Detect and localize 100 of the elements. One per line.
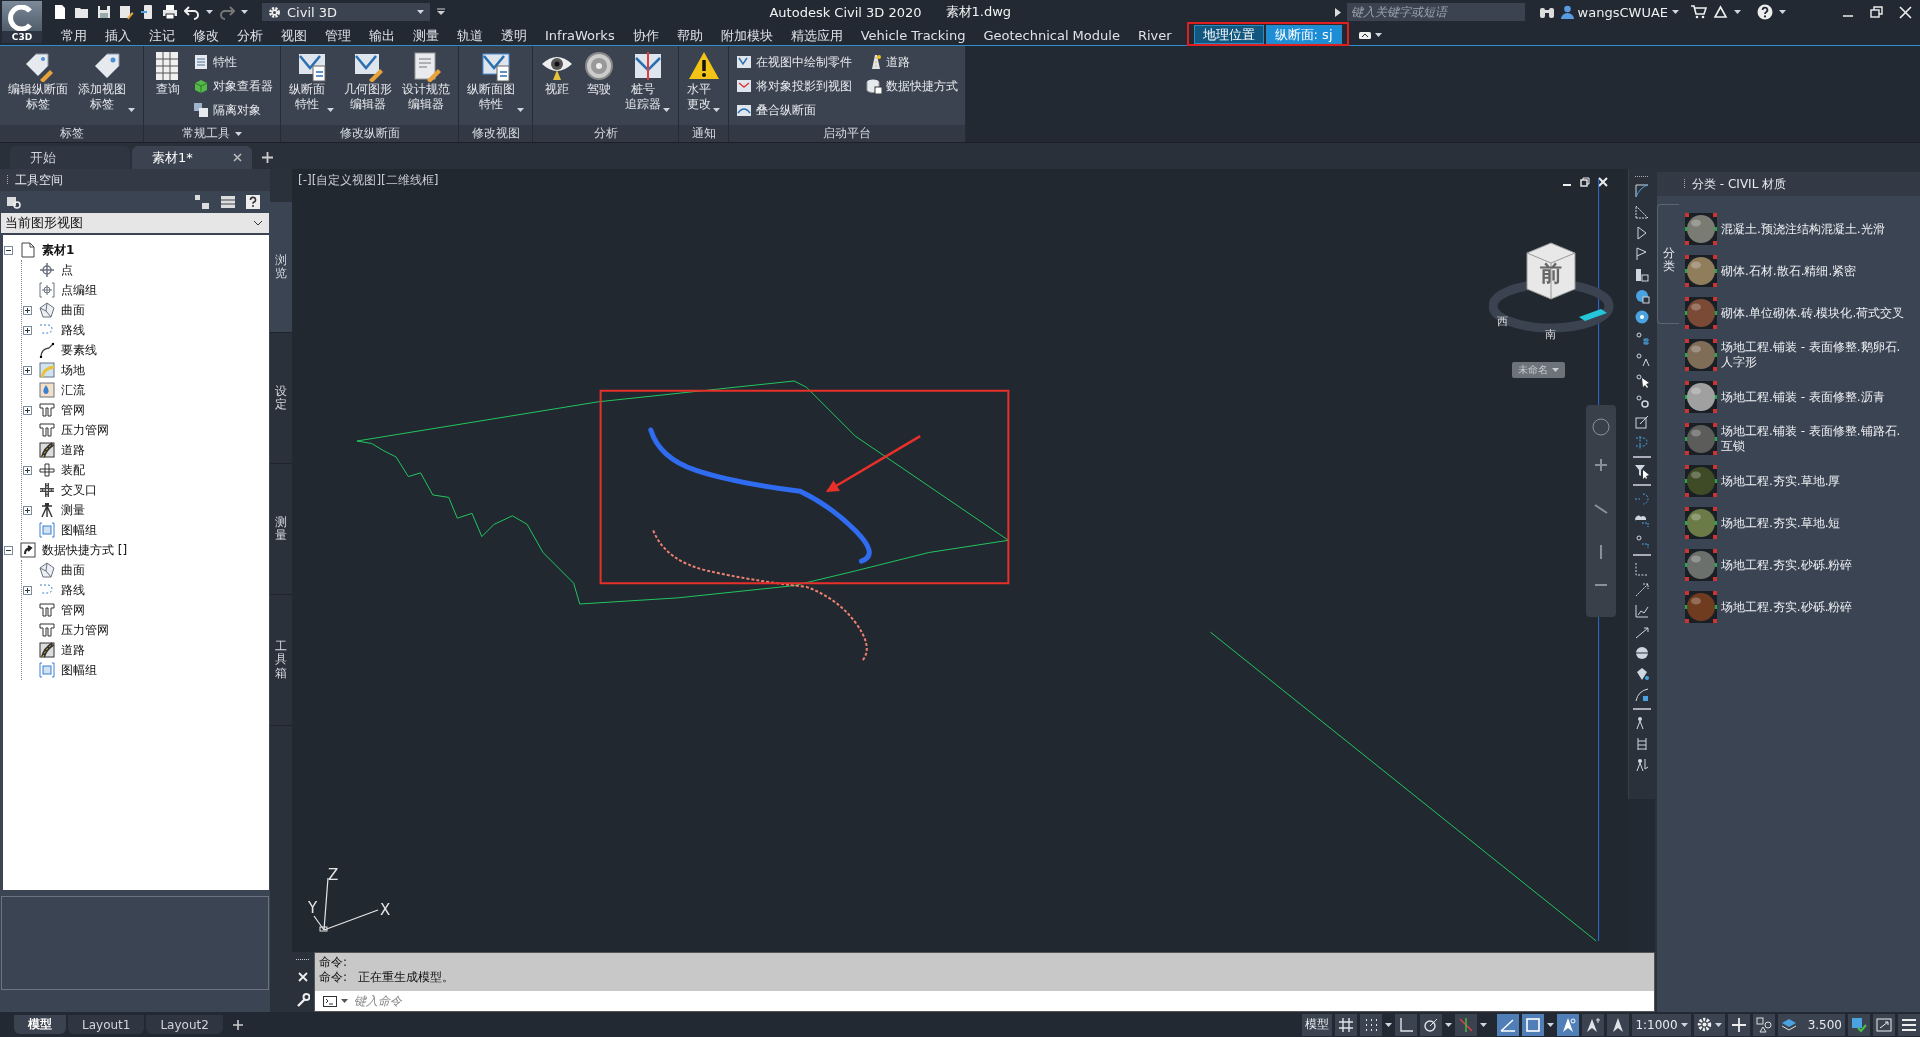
material-swatch[interactable] bbox=[1685, 213, 1717, 245]
layout-tab[interactable]: Layout2 bbox=[146, 1015, 223, 1034]
plus-icon[interactable] bbox=[232, 1019, 243, 1030]
ribbon-tab[interactable]: 透明 bbox=[492, 25, 536, 45]
menu-button[interactable] bbox=[1898, 1013, 1920, 1036]
material-swatch[interactable] bbox=[1685, 297, 1717, 329]
redo-icon[interactable] bbox=[219, 4, 235, 20]
expand-icon[interactable] bbox=[23, 305, 32, 315]
tree-item[interactable]: 点编组 bbox=[61, 281, 97, 299]
material-swatch[interactable] bbox=[1685, 591, 1717, 623]
tree-item[interactable]: 素材1 bbox=[42, 241, 75, 259]
tree-item[interactable]: 曲面 bbox=[61, 301, 85, 319]
compass-label[interactable]: 西 bbox=[1497, 314, 1508, 329]
ribbon-button[interactable]: 驾驶 bbox=[579, 49, 619, 98]
point-magnifier-icon[interactable] bbox=[1634, 393, 1650, 409]
tree-item[interactable]: 管网 bbox=[61, 401, 85, 419]
navigation-bar[interactable] bbox=[1585, 405, 1617, 617]
status-toggle[interactable] bbox=[1497, 1013, 1520, 1036]
isolate-button[interactable] bbox=[1752, 1013, 1775, 1036]
restore-icon[interactable] bbox=[1580, 177, 1590, 187]
application-menu-button[interactable]: C3D bbox=[2, 1, 42, 43]
dashed-corner-icon[interactable] bbox=[1634, 561, 1650, 577]
material-name[interactable]: 场地工程.铺装 - 表面修整.沥青 bbox=[1721, 389, 1911, 405]
ribbon-tab[interactable]: 协作 bbox=[623, 25, 668, 45]
workspace-dropdown[interactable]: Civil 3D bbox=[262, 3, 430, 21]
ribbon-button[interactable]: 视距 bbox=[537, 49, 577, 98]
tree-item[interactable]: 装配 bbox=[61, 461, 85, 479]
material-name[interactable]: 场地工程.夯实.草地.厚 bbox=[1721, 473, 1911, 489]
collapse-icon[interactable] bbox=[4, 545, 13, 555]
file-tab[interactable]: 素材1* bbox=[132, 146, 252, 169]
layout-tab[interactable]: 模型 bbox=[14, 1015, 66, 1034]
expand-icon[interactable] bbox=[23, 325, 32, 335]
user-menu[interactable]: wangsCWUAE bbox=[1560, 4, 1679, 20]
ribbon-tab[interactable]: 帮助 bbox=[667, 25, 712, 45]
ribbon-button[interactable]: 几何图形 编辑器 bbox=[340, 49, 396, 113]
toolbar-menu-icon[interactable] bbox=[436, 7, 446, 17]
cart-icon[interactable] bbox=[1691, 5, 1707, 19]
material-name[interactable]: 场地工程.铺装 - 表面修整.铺路石.互锁 bbox=[1721, 424, 1911, 454]
status-toggle[interactable] bbox=[1607, 1013, 1630, 1036]
ribbon-button[interactable]: 对象查看器 bbox=[190, 74, 276, 98]
curve-square-icon[interactable] bbox=[1634, 687, 1650, 703]
point-hash-icon[interactable] bbox=[1634, 330, 1650, 346]
floppy-icon[interactable] bbox=[96, 4, 112, 20]
ribbon-button[interactable]: 添加视图 标签 bbox=[74, 49, 139, 113]
material-name[interactable]: 混凝土.预浇注结构混凝土.光滑 bbox=[1721, 221, 1911, 237]
slope-icon[interactable] bbox=[1634, 624, 1650, 640]
ladder-icon[interactable] bbox=[1634, 736, 1650, 752]
ribbon-button[interactable]: 设计规范 编辑器 bbox=[398, 49, 454, 113]
ribbon-button[interactable]: 特性 bbox=[190, 50, 276, 74]
tree-item[interactable]: 汇流 bbox=[61, 381, 85, 399]
contextual-tab[interactable]: 地理位置 bbox=[1193, 24, 1264, 44]
ribbon-tab[interactable]: Geotechnical Module bbox=[974, 25, 1129, 45]
frame-pencil-icon[interactable] bbox=[1634, 414, 1650, 430]
point-dashed-icon[interactable] bbox=[1634, 533, 1650, 549]
help-icon[interactable] bbox=[246, 195, 260, 209]
ribbon-tab[interactable]: 常用 bbox=[52, 25, 96, 45]
status-toggle[interactable] bbox=[1335, 1013, 1358, 1036]
ribbon-tab[interactable]: 插入 bbox=[96, 25, 140, 45]
ribbon-button[interactable]: 数据快捷方式 bbox=[863, 74, 961, 98]
status-toggle[interactable] bbox=[1582, 1013, 1605, 1036]
triangle-nodes-icon[interactable] bbox=[1713, 5, 1728, 19]
tree-item[interactable]: 图幅组 bbox=[61, 521, 97, 539]
tree-item[interactable]: 交叉口 bbox=[61, 481, 97, 499]
search-field[interactable]: 键入关键字或短语 bbox=[1346, 3, 1525, 21]
command-input-box[interactable]: 键入命令 bbox=[315, 991, 1654, 1011]
triangle-icon[interactable] bbox=[1334, 7, 1341, 17]
tree-item[interactable]: 测量 bbox=[61, 501, 85, 519]
tree-item[interactable]: 场地 bbox=[61, 361, 85, 379]
ribbon-tab[interactable]: 附加模块 bbox=[711, 25, 782, 45]
panel-toggle-icon[interactable] bbox=[1358, 30, 1371, 40]
ribbon-tab[interactable]: 分析 bbox=[228, 25, 272, 45]
lineweight-button[interactable]: 3.500 bbox=[1777, 1013, 1845, 1036]
expand-icon[interactable] bbox=[23, 465, 32, 475]
ribbon-tab[interactable]: 测量 bbox=[404, 25, 448, 45]
filter-cursor-icon[interactable] bbox=[1634, 463, 1650, 479]
restore-icon[interactable] bbox=[1870, 6, 1883, 18]
ribbon-button[interactable]: 查询 bbox=[148, 49, 188, 98]
tree-item[interactable]: 管网 bbox=[61, 601, 85, 619]
status-toggle[interactable] bbox=[1395, 1013, 1418, 1036]
dashed-curve-icon[interactable] bbox=[1634, 435, 1650, 451]
tree-item[interactable]: 点 bbox=[61, 261, 73, 279]
compass-label[interactable]: 南 bbox=[1545, 327, 1556, 342]
status-toggle[interactable] bbox=[1420, 1013, 1443, 1036]
ribbon-tab[interactable]: InfraWorks bbox=[536, 25, 624, 45]
wrench-icon[interactable] bbox=[296, 992, 310, 1007]
viewport-label[interactable]: [-][自定义视图][二维线框] bbox=[298, 172, 439, 189]
ribbon-button[interactable]: 隔离对象 bbox=[190, 98, 276, 122]
material-swatch[interactable] bbox=[1685, 339, 1717, 371]
material-name[interactable]: 砌体.单位砌体.砖.模块化.荷式交叉 bbox=[1721, 305, 1911, 321]
globe-icon[interactable] bbox=[1634, 288, 1650, 304]
ribbon-button[interactable]: 水平 更改 bbox=[683, 49, 724, 113]
tree-item[interactable]: 路线 bbox=[61, 321, 85, 339]
material-name[interactable]: 场地工程.夯实.草地.短 bbox=[1721, 515, 1911, 531]
dashed-arrow-icon[interactable] bbox=[1634, 582, 1650, 598]
file-tab[interactable]: 开始 bbox=[10, 146, 130, 169]
tree-item[interactable]: 曲面 bbox=[61, 561, 85, 579]
ribbon-button[interactable]: 桩号 追踪器 bbox=[621, 49, 674, 113]
status-toggle[interactable] bbox=[1522, 1013, 1545, 1036]
collapse-icon[interactable] bbox=[4, 245, 13, 255]
check-button[interactable] bbox=[1848, 1013, 1870, 1036]
